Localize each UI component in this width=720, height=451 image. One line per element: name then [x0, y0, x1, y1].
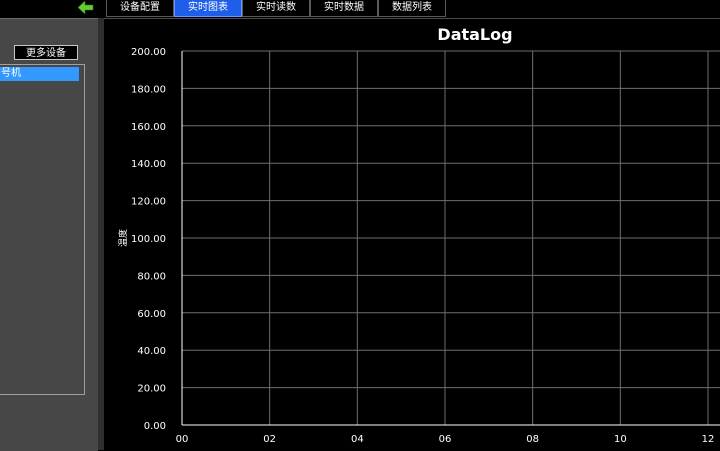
- more-devices-button[interactable]: 更多设备: [14, 45, 78, 60]
- chart-panel: DataLog 0.00 20.00 40.00 60.00 80.00 100.00 120…: [104, 18, 720, 451]
- tab-device-config[interactable]: 设备配置: [106, 0, 174, 17]
- back-arrow-icon: [78, 1, 94, 14]
- y-tick-label: 0.00: [144, 421, 166, 432]
- x-tick-label: 04: [351, 434, 364, 445]
- device-list-item[interactable]: 号机: [0, 67, 79, 81]
- datalog-chart: DataLog0.0020.0040.0060.0080.00100.00120…: [117, 25, 720, 445]
- y-tick-label: 200.00: [131, 47, 166, 58]
- x-tick-label: 00: [176, 434, 189, 445]
- sidebar: 更多设备 号机: [0, 18, 98, 451]
- x-tick-label: 06: [439, 434, 452, 445]
- y-tick-label: 40.00: [137, 346, 166, 357]
- y-tick-label: 180.00: [131, 84, 166, 95]
- y-tick-label: 100.00: [131, 234, 166, 245]
- y-tick-label: 120.00: [131, 197, 166, 208]
- tab-realtime-readings[interactable]: 实时读数: [242, 0, 310, 17]
- tab-realtime-data[interactable]: 实时数据: [310, 0, 378, 17]
- y-axis-label: 温度: [117, 229, 129, 247]
- x-tick-label: 10: [614, 434, 627, 445]
- y-tick-label: 60.00: [137, 309, 166, 320]
- x-tick-label: 02: [263, 434, 276, 445]
- x-tick-label: 08: [526, 434, 539, 445]
- chart-title: DataLog: [437, 25, 512, 44]
- tab-bar: 设备配置 实时图表 实时读数 实时数据 数据列表: [106, 0, 446, 18]
- top-toolbar: 设备配置 实时图表 实时读数 实时数据 数据列表: [0, 0, 720, 18]
- y-tick-label: 80.00: [137, 271, 166, 282]
- y-tick-label: 20.00: [137, 384, 166, 395]
- y-tick-label: 140.00: [131, 159, 166, 170]
- tab-data-list[interactable]: 数据列表: [378, 0, 446, 17]
- device-list: 号机: [0, 64, 85, 395]
- back-button[interactable]: [74, 0, 98, 15]
- tab-realtime-chart[interactable]: 实时图表: [174, 0, 242, 17]
- x-tick-label: 12: [702, 434, 715, 445]
- y-tick-label: 160.00: [131, 122, 166, 133]
